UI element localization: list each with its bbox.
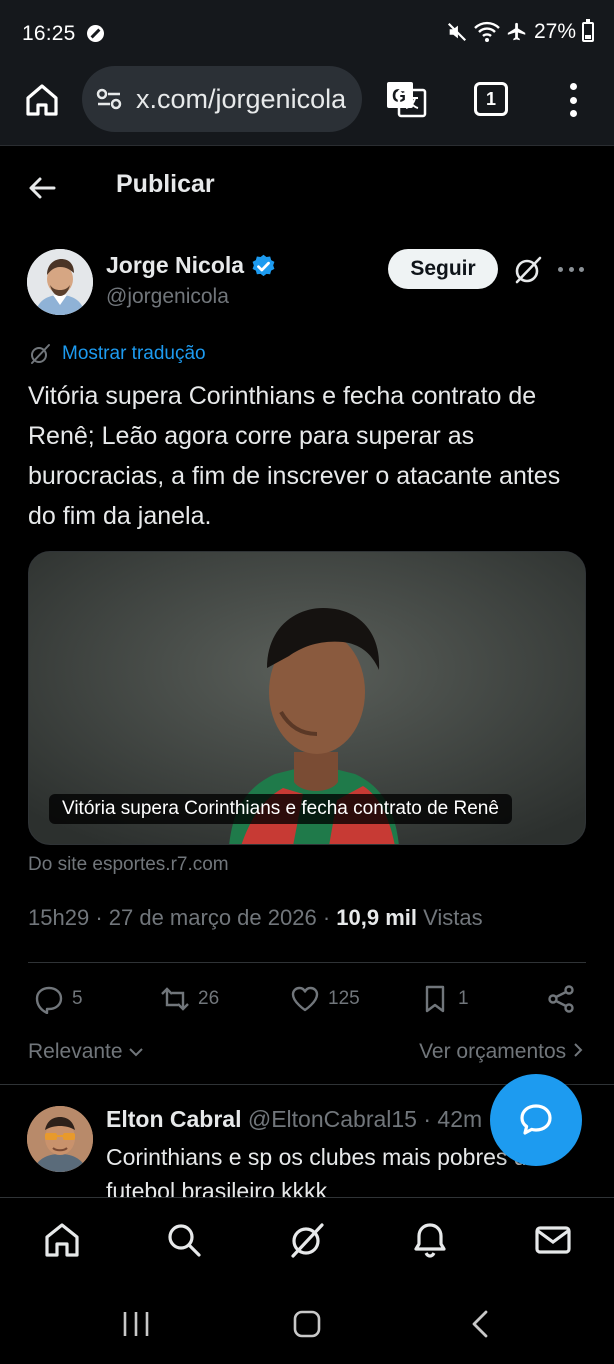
system-home-icon[interactable] bbox=[292, 1309, 322, 1339]
like-button[interactable]: 125 bbox=[290, 984, 360, 1014]
wifi-icon bbox=[474, 21, 500, 42]
share-icon bbox=[548, 985, 574, 1013]
search-icon bbox=[168, 1224, 201, 1257]
battery-percent: 27% bbox=[533, 20, 576, 43]
author-name[interactable]: Jorge Nicola bbox=[106, 252, 244, 279]
reply-button[interactable]: 5 bbox=[34, 984, 83, 1014]
translate-icon[interactable]: G bbox=[385, 78, 427, 120]
show-translation-link[interactable]: Mostrar tradução bbox=[28, 342, 206, 366]
more-options-icon[interactable] bbox=[558, 260, 584, 278]
chat-bubble-icon bbox=[520, 1104, 552, 1135]
bookmark-button[interactable]: 1 bbox=[420, 984, 469, 1014]
repost-count: 26 bbox=[198, 988, 220, 1009]
status-indicators: 27% bbox=[446, 19, 594, 44]
reply-time[interactable]: 42m bbox=[437, 1106, 482, 1132]
reply-author-name[interactable]: Elton Cabral bbox=[106, 1106, 241, 1132]
tweet-text: Vitória supera Corinthians e fecha contr… bbox=[28, 382, 561, 530]
view-budgets-label: Ver orçamentos bbox=[419, 1040, 567, 1063]
status-time: 16:25 bbox=[22, 22, 76, 45]
follow-button[interactable]: Seguir bbox=[388, 249, 498, 289]
bell-icon bbox=[414, 1223, 446, 1258]
repost-button[interactable]: 26 bbox=[160, 984, 219, 1014]
tweet-time[interactable]: 15h29 bbox=[28, 905, 89, 930]
page-header: Publicar bbox=[0, 148, 614, 226]
card-source[interactable]: Do site esportes.r7.com bbox=[28, 854, 229, 876]
system-navigation bbox=[0, 1285, 614, 1364]
url-text: x.com/jorgenicola bbox=[136, 83, 347, 114]
nav-messages[interactable] bbox=[533, 1220, 573, 1260]
back-arrow-icon[interactable] bbox=[26, 172, 58, 204]
heart-icon bbox=[291, 986, 319, 1012]
chevron-down-icon bbox=[129, 1048, 144, 1057]
reply-filter-row: Relevante Ver orçamentos bbox=[28, 1040, 584, 1068]
meta-separator: · bbox=[423, 1106, 438, 1132]
tweet-actions: 5 26 125 1 bbox=[34, 984, 582, 1020]
grok-icon bbox=[291, 1223, 324, 1258]
like-count: 125 bbox=[328, 988, 360, 1009]
bookmark-count: 1 bbox=[458, 988, 469, 1009]
nav-grok[interactable] bbox=[287, 1220, 327, 1260]
browser-home-icon[interactable] bbox=[22, 80, 62, 120]
relevance-dropdown[interactable]: Relevante bbox=[28, 1040, 144, 1064]
tab-count-button[interactable]: 1 bbox=[474, 82, 508, 116]
reply-author-handle[interactable]: @EltonCabral15 bbox=[248, 1106, 417, 1132]
divider bbox=[28, 962, 586, 963]
status-bar: 16:25 27% bbox=[0, 0, 614, 66]
link-card[interactable]: Vitória supera Corinthians e fecha contr… bbox=[28, 551, 586, 845]
bottom-navigation bbox=[0, 1197, 614, 1285]
grok-icon[interactable] bbox=[512, 254, 544, 286]
alarm-icon bbox=[87, 25, 104, 42]
system-back-icon[interactable] bbox=[468, 1309, 492, 1339]
meta-separator: · bbox=[322, 905, 337, 930]
reply-count: 5 bbox=[72, 988, 83, 1009]
grok-translate-icon bbox=[31, 344, 50, 364]
repost-icon bbox=[161, 987, 189, 1011]
views-count[interactable]: 10,9 mil bbox=[336, 905, 417, 930]
compose-reply-button[interactable] bbox=[490, 1074, 582, 1166]
airplane-icon bbox=[507, 22, 526, 41]
nav-search[interactable] bbox=[164, 1220, 204, 1260]
home-icon bbox=[45, 1223, 79, 1257]
view-budgets-link[interactable]: Ver orçamentos bbox=[419, 1040, 584, 1064]
mute-icon bbox=[447, 22, 466, 42]
meta-separator: · bbox=[95, 905, 109, 930]
chevron-right-icon bbox=[574, 1043, 583, 1057]
bookmark-icon bbox=[425, 985, 445, 1013]
show-translation-label[interactable]: Mostrar tradução bbox=[62, 343, 206, 365]
share-button[interactable] bbox=[546, 984, 576, 1014]
card-caption: Vitória supera Corinthians e fecha contr… bbox=[49, 794, 512, 824]
reply-icon bbox=[35, 986, 63, 1014]
tweet-date[interactable]: 27 de março de 2026 bbox=[109, 905, 317, 930]
recent-apps-icon[interactable] bbox=[120, 1309, 152, 1339]
author-avatar[interactable] bbox=[27, 249, 93, 315]
views-label: Vistas bbox=[423, 905, 483, 930]
browser-menu-icon[interactable] bbox=[566, 83, 580, 117]
page-title: Publicar bbox=[116, 170, 215, 198]
mail-icon bbox=[535, 1226, 571, 1254]
url-bar[interactable]: x.com/jorgenicola bbox=[82, 66, 362, 132]
nav-home[interactable] bbox=[42, 1220, 82, 1260]
site-settings-icon[interactable] bbox=[94, 84, 124, 114]
browser-toolbar: x.com/jorgenicola G 1 bbox=[0, 66, 614, 146]
relevance-label: Relevante bbox=[28, 1040, 123, 1063]
verified-badge-icon bbox=[252, 254, 275, 277]
nav-notifications[interactable] bbox=[410, 1220, 450, 1260]
tweet-meta: 15h29 · 27 de março de 2026 · 10,9 mil V… bbox=[28, 905, 483, 931]
author-handle[interactable]: @jorgenicola bbox=[106, 285, 229, 309]
reply-avatar[interactable] bbox=[27, 1106, 93, 1172]
reply-header: Elton Cabral @EltonCabral15 · 42m bbox=[106, 1106, 482, 1133]
battery-icon bbox=[582, 19, 594, 42]
